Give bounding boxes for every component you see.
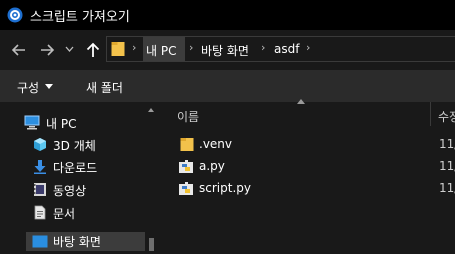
python-file-icon xyxy=(179,160,193,173)
breadcrumb-this-pc[interactable]: 내 PC xyxy=(146,42,176,59)
breadcrumb-separator[interactable]: › xyxy=(189,41,193,54)
document-icon xyxy=(34,205,46,220)
3d-objects-icon xyxy=(34,138,46,151)
sidebar-item-3d-objects[interactable]: 3D 개체 xyxy=(0,135,145,157)
recent-locations-chevron-icon[interactable] xyxy=(65,46,74,52)
python-file-icon xyxy=(179,182,193,195)
sidebar-item-label: 내 PC xyxy=(46,117,77,131)
up-arrow-icon[interactable] xyxy=(84,41,102,59)
desktop-icon xyxy=(32,235,48,248)
breadcrumb-separator: › xyxy=(132,41,137,54)
new-folder-button[interactable]: 새 폴더 xyxy=(86,79,123,96)
file-date: 11/ xyxy=(439,181,455,195)
organize-button[interactable]: 구성 xyxy=(17,79,39,96)
folder-icon xyxy=(180,138,194,151)
sidebar-item-label: 문서 xyxy=(53,207,76,221)
nav-scrollbar-thumb[interactable] xyxy=(149,238,154,251)
breadcrumb-separator[interactable]: › xyxy=(261,41,265,54)
breadcrumb-separator[interactable]: › xyxy=(306,41,310,54)
window-title: 스크립트 가져오기 xyxy=(30,10,130,25)
file-name: a.py xyxy=(199,159,225,173)
computer-icon xyxy=(24,115,40,130)
forward-arrow-icon[interactable] xyxy=(38,41,56,59)
command-bar xyxy=(0,70,455,102)
back-arrow-icon[interactable] xyxy=(10,41,28,59)
sort-up-icon xyxy=(297,99,305,104)
file-name: script.py xyxy=(199,181,251,195)
column-header-name[interactable]: 이름 xyxy=(177,108,199,125)
file-date: 11/ xyxy=(439,159,455,173)
breadcrumb-desktop[interactable]: 바탕 화면 xyxy=(201,42,249,59)
breadcrumb-asdf[interactable]: asdf xyxy=(274,42,299,56)
chevron-down-icon[interactable] xyxy=(45,84,53,89)
sidebar-item-this-pc[interactable]: 내 PC xyxy=(0,113,145,135)
video-icon xyxy=(34,183,46,196)
scroll-up-arrow-icon[interactable] xyxy=(148,108,154,112)
app-icon xyxy=(7,7,23,23)
file-date: 11/ xyxy=(439,137,455,151)
file-name: .venv xyxy=(199,137,233,151)
sidebar-item-label: 동영상 xyxy=(53,184,87,198)
column-divider[interactable] xyxy=(430,102,431,126)
sidebar-item-label: 다운로드 xyxy=(53,161,98,175)
column-header-date[interactable]: 수정 xyxy=(438,108,455,125)
sidebar-item-documents[interactable]: 문서 xyxy=(0,203,145,225)
download-icon xyxy=(34,160,46,174)
nav-scrollbar[interactable] xyxy=(145,102,158,251)
sidebar-item-videos[interactable]: 동영상 xyxy=(0,180,145,202)
sidebar-item-label: 바탕 화면 xyxy=(53,235,101,249)
sidebar-item-downloads[interactable]: 다운로드 xyxy=(0,157,145,179)
folder-icon xyxy=(111,42,125,56)
sidebar-item-label: 3D 개체 xyxy=(53,139,96,153)
